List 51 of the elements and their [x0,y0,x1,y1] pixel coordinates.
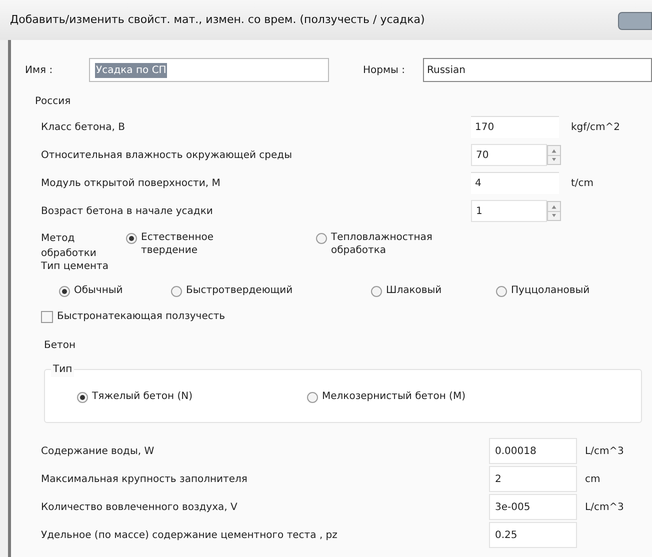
radio-button[interactable] [496,286,507,297]
radio-button[interactable] [371,286,382,297]
radio-button[interactable] [59,286,70,297]
method-label: Метод обработки [41,232,98,261]
group-title: Россия [35,96,71,107]
radio-label: Мелкозернистый бетон (M) [322,390,466,403]
unit-label: L/cm^3 [585,444,624,458]
param-label: Содержание воды, W [41,444,156,458]
radio-button[interactable] [126,233,137,244]
name-field[interactable]: Усадка по СП [89,58,329,82]
radio-label: Тяжелый бетон (N) [92,390,193,403]
unit-label: t/cm [571,176,594,190]
unit-label: kgf/cm^2 [571,120,620,134]
radio-label: Шлаковый [386,284,442,297]
value-field[interactable]: 170 [471,116,559,138]
radio-label: Естественное твердение [141,231,215,257]
radio-label: Пуццолановый [511,284,590,297]
type-title: Тип [51,362,74,377]
param-label: Удельное (по массе) содержание цементного теста , pz [41,528,338,542]
cement-label: Тип цемента [41,261,108,272]
spin-buttons[interactable] [547,145,561,165]
norms-label: Нормы : [363,64,406,78]
norms-dropdown[interactable]: Russian [423,58,652,82]
param-label: Количество вовлеченного воздуха, V [41,500,238,514]
field-label: Возраст бетона в начале усадки [41,204,214,218]
radio-button[interactable] [316,233,327,244]
concrete-title: Бетон [44,340,76,351]
unit-label: cm [585,472,600,486]
field-label: Относительная влажность окружающей среды [41,148,293,162]
field-label: Модуль открытой поверхности, M [41,176,222,190]
radio-label: Тепловлажностная обработка [331,231,432,257]
param-label: Максимальная крупность заполнителя [41,472,248,486]
radio-label: Обычный [74,284,123,297]
window-title: Добавить/изменить свойст. мат., измен. со врем. (ползучесть / усадка) [10,12,425,28]
value-field[interactable]: 70 [471,144,547,166]
radio-button[interactable] [77,392,88,403]
unit-label: L/cm^3 [585,500,624,514]
radio-label: Быстротвердеющий [186,284,293,297]
value-field[interactable]: 0.25 [489,522,577,548]
checkbox-label: Быстронатекающая ползучесть [57,310,226,324]
value-field[interactable]: 1 [471,200,547,222]
name-label: Имя : [25,64,54,78]
radio-button[interactable] [171,286,182,297]
value-field[interactable]: 2 [489,466,577,492]
spin-buttons[interactable] [547,201,561,221]
checkbox[interactable] [41,310,53,322]
value-field[interactable]: 3e-005 [489,494,577,520]
radio-button[interactable] [307,392,318,403]
value-field[interactable]: 0.00018 [489,438,577,464]
field-label: Класс бетона, B [41,120,126,134]
value-field[interactable]: 4 [471,172,559,194]
